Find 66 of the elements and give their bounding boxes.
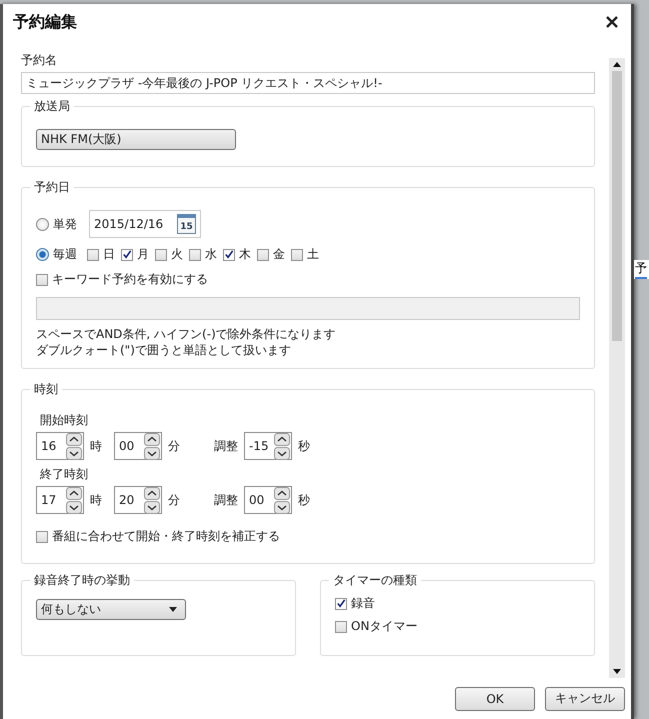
calendar-icon[interactable]: 15 bbox=[177, 214, 196, 234]
group-legend: 予約日 bbox=[30, 179, 74, 196]
checkbox-label: ONタイマー bbox=[351, 618, 418, 635]
checkbox[interactable] bbox=[335, 598, 347, 610]
background-tab[interactable]: 予 bbox=[635, 260, 647, 279]
hour-spinner[interactable]: 17 bbox=[36, 486, 84, 514]
time-label: 終了時刻 bbox=[40, 466, 89, 483]
radio-label: 毎週 bbox=[53, 246, 77, 263]
time-label: 開始時刻 bbox=[40, 412, 89, 429]
hint-text: ダブルクォート(")で囲うと単語として扱います bbox=[36, 342, 292, 358]
seconds-spinner[interactable]: -15 bbox=[244, 432, 292, 460]
checkbox[interactable] bbox=[291, 248, 303, 260]
unit-label: 秒 bbox=[298, 492, 310, 508]
keyword-field[interactable] bbox=[36, 297, 580, 320]
field-label: 予約名 bbox=[21, 52, 58, 69]
radio-button[interactable] bbox=[36, 248, 49, 261]
scroll-down-icon[interactable] bbox=[613, 669, 621, 674]
date-field[interactable]: 2015/12/16 15 bbox=[89, 210, 201, 238]
radio-button[interactable] bbox=[36, 218, 49, 230]
checkbox[interactable] bbox=[189, 248, 201, 260]
program-name-field[interactable]: ミュージックプラザ -今年最後の J-POP リクエスト・スペシャル!- bbox=[21, 72, 595, 94]
weekday-label: 木 bbox=[239, 246, 251, 263]
adjust-label: 調整 bbox=[214, 492, 238, 508]
weekday-label: 日 bbox=[103, 246, 115, 263]
window-title: 予約編集 bbox=[13, 12, 77, 32]
unit-label: 時 bbox=[90, 492, 102, 508]
unit-label: 分 bbox=[168, 492, 180, 508]
weekday-label: 火 bbox=[171, 246, 183, 263]
group-legend: 時刻 bbox=[30, 381, 62, 398]
checkbox[interactable] bbox=[257, 248, 269, 260]
checkbox[interactable] bbox=[335, 620, 347, 632]
checkbox[interactable] bbox=[36, 530, 48, 542]
minute-spinner[interactable]: 20 bbox=[114, 486, 162, 514]
weekday-label: 土 bbox=[307, 246, 319, 263]
group-legend: 録音終了時の挙動 bbox=[30, 572, 134, 589]
weekday-label: 月 bbox=[137, 246, 149, 263]
seconds-spinner[interactable]: 00 bbox=[244, 486, 292, 514]
scrollbar[interactable] bbox=[609, 58, 625, 678]
end-action-dropdown[interactable]: 何もしない bbox=[36, 599, 186, 620]
checkbox-label: 録音 bbox=[351, 595, 375, 612]
unit-label: 秒 bbox=[298, 438, 310, 454]
scroll-thumb[interactable] bbox=[612, 71, 622, 341]
unit-label: 時 bbox=[90, 438, 102, 454]
checkbox[interactable] bbox=[155, 248, 167, 260]
weekday-label: 金 bbox=[273, 246, 285, 263]
station-dropdown[interactable]: NHK FM(大阪) bbox=[36, 129, 236, 150]
hint-text: スペースでAND条件, ハイフン(-)で除外条件になります bbox=[36, 326, 337, 342]
scroll-up-icon[interactable] bbox=[613, 62, 621, 67]
checkbox-label: 番組に合わせて開始・終了時刻を補正する bbox=[52, 528, 280, 545]
close-icon[interactable] bbox=[605, 15, 619, 29]
checkbox[interactable] bbox=[87, 248, 99, 260]
checkbox[interactable] bbox=[121, 248, 133, 260]
checkbox[interactable] bbox=[36, 274, 48, 286]
checkbox-label: キーワード予約を有効にする bbox=[52, 271, 208, 288]
adjust-label: 調整 bbox=[214, 438, 238, 454]
weekday-label: 水 bbox=[205, 246, 217, 263]
group-legend: 放送局 bbox=[30, 98, 74, 115]
dropdown-arrow-icon[interactable] bbox=[169, 607, 177, 612]
dialog-button[interactable]: キャンセル bbox=[545, 686, 625, 710]
minute-spinner[interactable]: 00 bbox=[114, 432, 162, 460]
radio-label: 単発 bbox=[53, 216, 77, 232]
dialog-button[interactable]: OK bbox=[455, 686, 535, 710]
group-legend: タイマーの種類 bbox=[329, 572, 421, 589]
hour-spinner[interactable]: 16 bbox=[36, 432, 84, 460]
checkbox[interactable] bbox=[223, 248, 235, 260]
unit-label: 分 bbox=[168, 438, 180, 454]
